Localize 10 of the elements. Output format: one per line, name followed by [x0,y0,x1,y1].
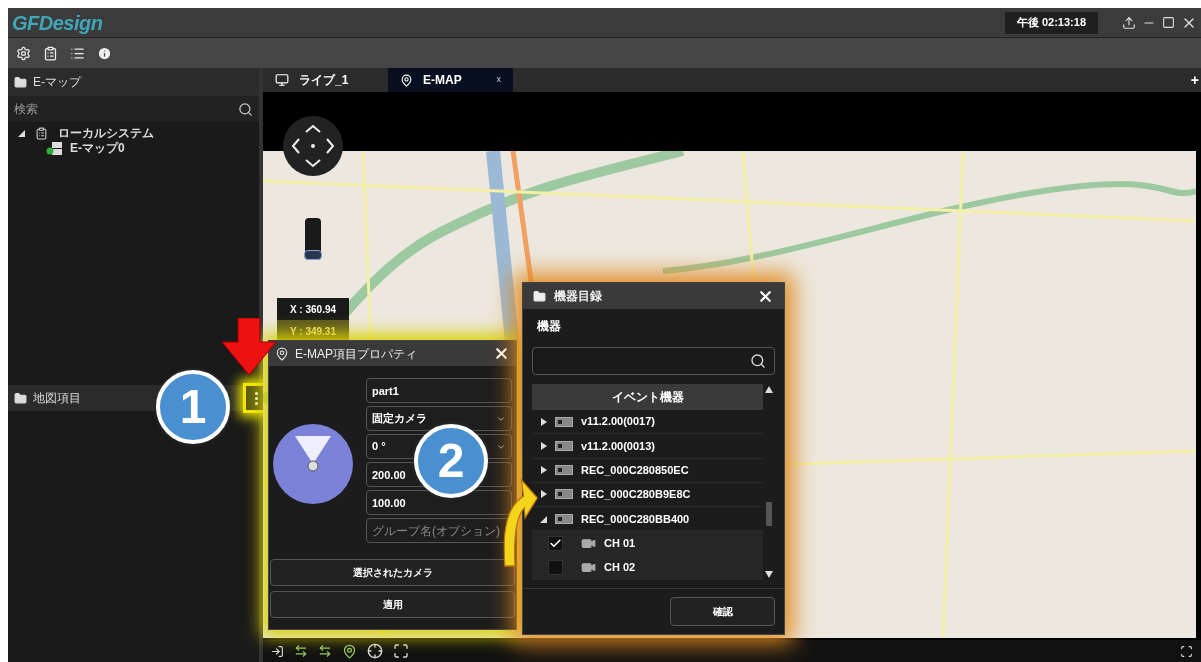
panel-title: E-マップ [33,74,81,91]
dialog-title: 機器目録 [554,288,603,305]
coordinate-text: Y : 349.31 [277,320,349,342]
group-header: イベント機器 [532,384,763,410]
section-label: 機器 [536,318,562,335]
dialog-title: E-MAP項目プロパティ [295,345,418,363]
coordinate-text: X : 360.94 [288,302,338,317]
panel-title: 地図項目 [33,390,81,407]
app-logo: GFDesign [12,10,103,36]
clock: 午後 02:13:18 [1004,11,1098,34]
